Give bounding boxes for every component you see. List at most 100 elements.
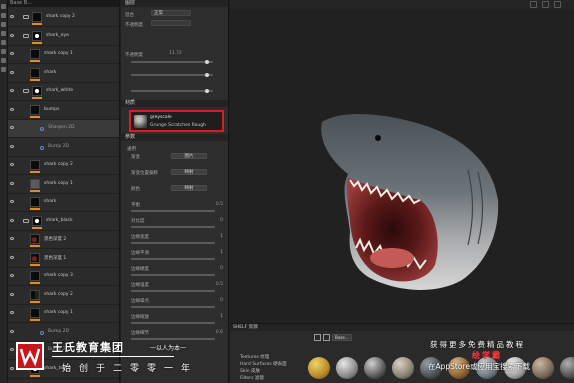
layer-tab[interactable]: Base B... (8, 0, 119, 7)
params-header: 参数 (121, 134, 228, 141)
tool-icon[interactable] (1, 4, 6, 9)
layer-row[interactable]: shark copy 2 (8, 287, 119, 305)
layer-row[interactable]: shark_white (8, 83, 119, 101)
visibility-eye-icon[interactable] (10, 255, 14, 259)
material-sphere[interactable] (392, 357, 414, 379)
mask-indicator (32, 41, 42, 44)
param-slider[interactable] (131, 338, 215, 340)
layer-row[interactable]: 黑色深度 2 (8, 231, 119, 249)
layer-row[interactable]: bumps (8, 102, 119, 120)
shark-model[interactable] (230, 0, 574, 323)
visibility-eye-icon[interactable] (10, 52, 14, 55)
visibility-eye-icon[interactable] (10, 33, 14, 37)
material-sphere[interactable] (560, 357, 574, 379)
opacity-slider[interactable] (131, 61, 213, 63)
opacity-value[interactable]: 11.72 (169, 51, 182, 56)
tool-icon[interactable] (1, 40, 6, 45)
param-value[interactable]: 0.5 (209, 202, 223, 207)
layer-row[interactable]: shark_eye (8, 28, 119, 46)
layer-row[interactable]: shark copy 2 (8, 9, 119, 27)
param-value[interactable]: 1 (209, 314, 223, 319)
shelf-category[interactable]: Hard Surfaces 硬表面 (240, 361, 287, 367)
shelf-search-input[interactable]: Base... (332, 334, 352, 341)
visibility-eye-icon[interactable] (10, 15, 14, 18)
slider-knob[interactable] (205, 89, 209, 93)
layer-row[interactable]: shark copy 3 (8, 268, 119, 286)
param-slider[interactable] (131, 274, 215, 276)
visibility-eye-icon[interactable] (10, 311, 14, 314)
param-value[interactable]: 0 (209, 298, 223, 303)
tool-icon[interactable] (1, 31, 6, 36)
visibility-eye-icon[interactable] (10, 163, 14, 166)
tool-icon[interactable] (1, 67, 6, 72)
slider-track[interactable] (131, 90, 213, 92)
param-slider[interactable] (131, 226, 215, 228)
layer-row[interactable]: Sharpen 2D (8, 120, 119, 138)
material-sphere[interactable] (532, 357, 554, 379)
visibility-eye-icon[interactable] (10, 292, 14, 296)
visibility-eye-icon[interactable] (10, 181, 14, 185)
visibility-eye-icon[interactable] (10, 348, 14, 351)
visibility-eye-icon[interactable] (10, 89, 14, 92)
opacity-label: 不透明度 (125, 23, 143, 28)
layer-row[interactable]: shark_black (8, 213, 119, 231)
mask-indicator (30, 300, 40, 303)
opacity-select[interactable] (151, 20, 191, 26)
param-button[interactable]: 映射 (171, 185, 207, 191)
visibility-eye-icon[interactable] (10, 274, 14, 277)
slider-knob[interactable] (205, 73, 209, 77)
material-selector[interactable]: greyscale Grunge Scratches Rough (129, 110, 224, 132)
opacity-slider-knob[interactable] (205, 60, 209, 64)
3d-viewport[interactable] (230, 0, 574, 323)
param-value[interactable]: 0 (209, 218, 223, 223)
tool-icon[interactable] (1, 13, 6, 18)
param-slider[interactable] (131, 290, 215, 292)
shelf-category[interactable]: Textures 纹理 (240, 354, 269, 360)
layer-row[interactable]: shark copy 2 (8, 157, 119, 175)
material-sphere[interactable] (364, 357, 386, 379)
layer-row[interactable]: shark (8, 194, 119, 212)
list-icon[interactable] (323, 334, 330, 341)
layer-row[interactable]: shark copy 1 (8, 176, 119, 194)
visibility-eye-icon[interactable] (10, 366, 14, 370)
param-slider[interactable] (131, 322, 215, 324)
tool-icon[interactable] (1, 22, 6, 27)
layer-thumbnail (30, 197, 40, 207)
layer-name: shark copy 1 (44, 310, 73, 315)
param-value[interactable]: 0.5 (209, 282, 223, 287)
visibility-eye-icon[interactable] (10, 329, 14, 333)
tool-icon[interactable] (1, 58, 6, 63)
blend-mode-select[interactable]: 正常 (151, 10, 191, 16)
param-slider[interactable] (131, 210, 215, 212)
param-button[interactable]: 图片 (171, 153, 207, 159)
param-slider[interactable] (131, 242, 215, 244)
mask-indicator (30, 374, 40, 377)
tool-icon[interactable] (1, 49, 6, 54)
param-button[interactable]: 映射 (171, 169, 207, 175)
slider-track[interactable] (131, 74, 213, 76)
param-value[interactable]: 0 (209, 266, 223, 271)
param-value[interactable]: 1 (209, 234, 223, 239)
visibility-eye-icon[interactable] (10, 200, 14, 203)
visibility-eye-icon[interactable] (10, 237, 14, 240)
param-value[interactable]: 0.6 (209, 330, 223, 335)
layer-row[interactable]: shark copy 1 (8, 305, 119, 323)
layer-name: shark copy 2 (44, 162, 73, 167)
layer-row[interactable]: shark (8, 65, 119, 83)
material-sphere[interactable] (308, 357, 330, 379)
layer-row[interactable]: shark copy 1 (8, 46, 119, 64)
visibility-eye-icon[interactable] (10, 107, 14, 111)
layer-row[interactable]: Bump 2D (8, 139, 119, 157)
filter-icon[interactable] (314, 334, 321, 341)
visibility-eye-icon[interactable] (10, 126, 14, 129)
visibility-eye-icon[interactable] (10, 70, 14, 74)
shelf-category[interactable]: Skin 皮肤 (240, 368, 260, 374)
visibility-eye-icon[interactable] (10, 218, 14, 222)
layer-row[interactable]: 黑色深度 1 (8, 250, 119, 268)
material-sphere[interactable] (336, 357, 358, 379)
param-value[interactable]: 1 (209, 250, 223, 255)
param-slider[interactable] (131, 258, 215, 260)
visibility-eye-icon[interactable] (10, 144, 14, 148)
param-slider[interactable] (131, 306, 215, 308)
shelf-category[interactable]: Filters 滤镜 (240, 375, 264, 381)
